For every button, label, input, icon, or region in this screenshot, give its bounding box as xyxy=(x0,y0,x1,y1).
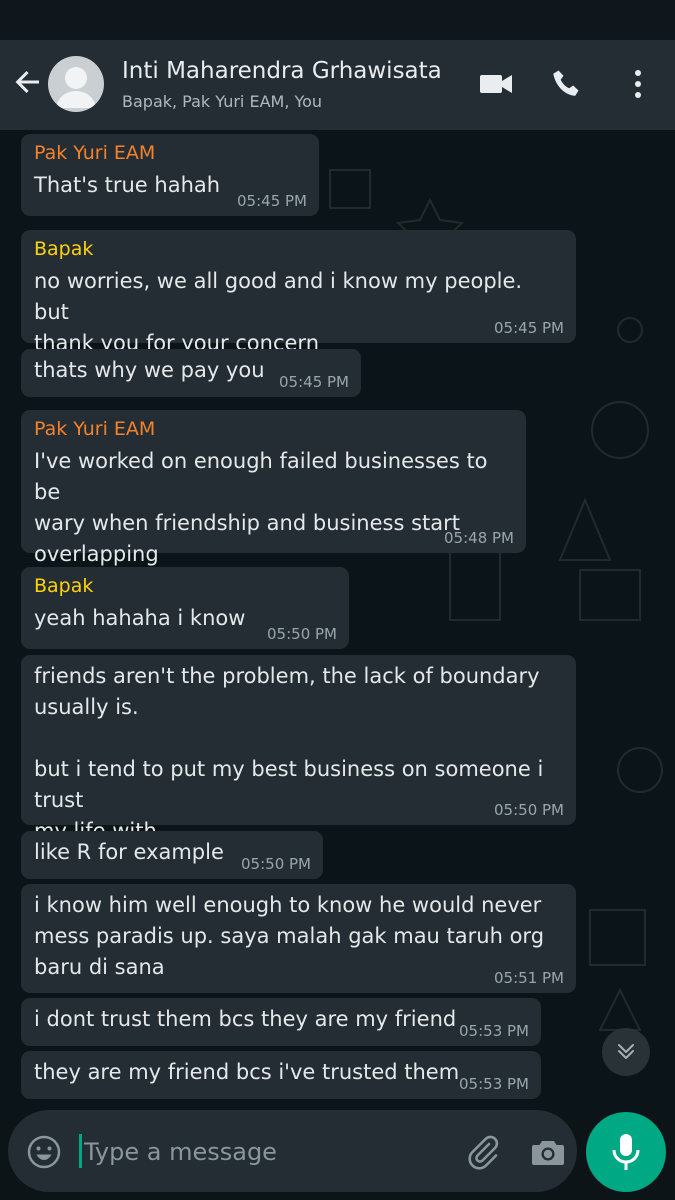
message-bubble[interactable]: Pak Yuri EAM I've worked on enough faile… xyxy=(21,410,526,566)
message-text: I've worked on enough failed businesses … xyxy=(34,449,488,566)
more-options-icon[interactable] xyxy=(620,66,656,102)
sender-name: Pak Yuri EAM xyxy=(34,142,156,164)
message-composer xyxy=(8,1110,577,1192)
message-bubble[interactable]: they are my friend bcs i've trusted them… xyxy=(21,1051,541,1099)
message-time: 05:45 PM xyxy=(279,373,349,391)
message-bubble[interactable]: i dont trust them bcs they are my friend… xyxy=(21,998,541,1046)
chat-participants[interactable]: Bapak, Pak Yuri EAM, You xyxy=(122,92,322,111)
message-time: 05:53 PM xyxy=(459,1075,529,1093)
message-time: 05:51 PM xyxy=(494,969,564,987)
message-input[interactable] xyxy=(82,1132,444,1172)
phone-call-icon[interactable] xyxy=(549,66,585,102)
message-time: 05:50 PM xyxy=(494,801,564,819)
message-bubble[interactable]: friends aren't the problem, the lack of … xyxy=(21,655,576,843)
sender-name: Pak Yuri EAM xyxy=(34,418,156,440)
scroll-to-bottom-button[interactable] xyxy=(602,1028,650,1076)
message-bubble[interactable]: Bapak no worries, we all good and i know… xyxy=(21,230,576,355)
message-text: i dont trust them bcs they are my friend xyxy=(34,1007,457,1031)
double-chevron-down-icon xyxy=(618,1044,634,1059)
chat-title[interactable]: Inti Maharendra Grhawisata xyxy=(122,58,442,84)
sender-name: Bapak xyxy=(34,575,94,597)
chat-header: Inti Maharendra Grhawisata Bapak, Pak Yu… xyxy=(0,40,675,130)
message-time: 05:53 PM xyxy=(459,1022,529,1040)
voice-message-button[interactable] xyxy=(586,1112,666,1192)
message-bubble[interactable]: thats why we pay you 05:45 PM xyxy=(21,349,361,397)
message-time: 05:48 PM xyxy=(444,529,514,547)
group-avatar[interactable] xyxy=(48,56,104,112)
status-bar xyxy=(0,0,675,40)
message-text: no worries, we all good and i know my pe… xyxy=(34,269,523,355)
message-time: 05:50 PM xyxy=(241,855,311,873)
paperclip-icon[interactable] xyxy=(464,1132,502,1170)
microphone-icon xyxy=(612,1134,640,1170)
message-bubble[interactable]: i know him well enough to know he would … xyxy=(21,884,576,993)
message-bubble[interactable]: Pak Yuri EAM That's true hahah 05:45 PM xyxy=(21,134,319,216)
message-bubble[interactable]: like R for example 05:50 PM xyxy=(21,831,323,879)
message-text: i know him well enough to know he would … xyxy=(34,893,545,979)
message-text: friends aren't the problem, the lack of … xyxy=(34,664,544,843)
emoji-icon[interactable] xyxy=(26,1134,62,1170)
message-list[interactable]: Pak Yuri EAM That's true hahah 05:45 PM … xyxy=(0,130,675,1110)
message-time: 05:45 PM xyxy=(237,192,307,210)
sender-name: Bapak xyxy=(34,238,94,260)
message-time: 05:50 PM xyxy=(267,625,337,643)
message-bubble[interactable]: Bapak yeah hahaha i know 05:50 PM xyxy=(21,567,349,649)
message-text: they are my friend bcs i've trusted them xyxy=(34,1060,460,1084)
back-arrow-icon[interactable] xyxy=(12,66,44,98)
message-time: 05:45 PM xyxy=(494,319,564,337)
camera-icon[interactable] xyxy=(530,1134,566,1170)
video-call-icon[interactable] xyxy=(478,66,514,102)
